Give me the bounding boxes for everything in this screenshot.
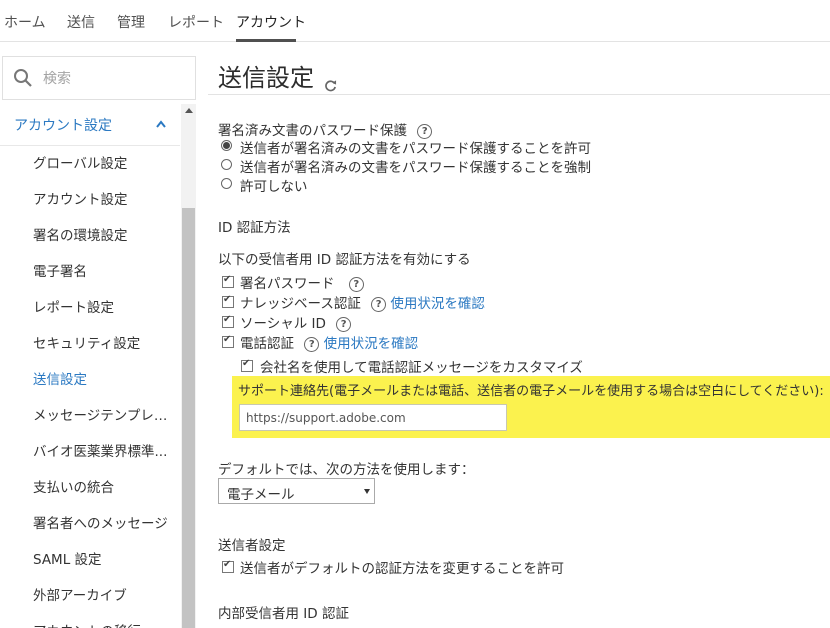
signature-password-label: 署名パスワード: [240, 276, 335, 292]
checkbox-social-id[interactable]: [222, 314, 234, 328]
sidebar-scrollbar-thumb[interactable]: [182, 208, 195, 628]
main-content: 送信設定 署名済み文書のパスワード保護 ? 送信者が署名済みの文書をパスワード保…: [208, 42, 830, 628]
checkbox-kba[interactable]: [222, 294, 234, 308]
kba-usage-link[interactable]: 使用状況を確認: [390, 296, 485, 312]
signature-password-row: 署名パスワード ?: [240, 272, 364, 292]
sidebar-item-send-settings[interactable]: 送信設定: [0, 362, 180, 398]
tab-account[interactable]: アカウント: [236, 12, 306, 32]
chevron-up-icon[interactable]: [155, 119, 167, 129]
sidebar-item-message-templates[interactable]: メッセージテンプレート: [0, 398, 180, 434]
default-method-select[interactable]: 電子メール: [218, 478, 375, 504]
sidebar-item-external-archive[interactable]: 外部アーカイブ: [0, 578, 180, 614]
phone-auth-label: 電話認証: [240, 336, 294, 352]
social-id-label: ソーシャル ID: [240, 316, 326, 332]
sender-settings-title: 送信者設定: [218, 538, 286, 554]
kba-label: ナレッジベース認証: [240, 296, 361, 312]
sidebar-item-report-settings[interactable]: レポート設定: [0, 290, 180, 326]
social-id-row: ソーシャル ID ?: [240, 312, 352, 332]
scroll-up-icon[interactable]: [185, 108, 193, 113]
kba-row: ナレッジベース認証 ? 使用状況を確認: [240, 292, 485, 312]
title-row: 送信設定: [208, 56, 830, 95]
help-icon[interactable]: ?: [304, 336, 320, 352]
section-title: アカウント設定: [14, 118, 112, 134]
radio-allow-password[interactable]: [221, 140, 232, 151]
dropdown-arrow-icon: [364, 489, 370, 494]
support-contact-input[interactable]: [239, 404, 507, 431]
tab-manage[interactable]: 管理: [117, 12, 145, 32]
help-icon[interactable]: ?: [371, 296, 387, 312]
sidebar-item-signature-preferences[interactable]: 署名の環境設定: [0, 218, 180, 254]
sidebar-item-digital-signature[interactable]: 電子署名: [0, 254, 180, 290]
sidebar-item-security-settings[interactable]: セキュリティ設定: [0, 326, 180, 362]
sidebar-item-signer-messages[interactable]: 署名者へのメッセージ: [0, 506, 180, 542]
internal-recipient-title: 内部受信者用 ID 認証: [218, 606, 349, 622]
id-auth-enable-label: 以下の受信者用 ID 認証方法を有効にする: [218, 252, 471, 268]
phone-usage-link[interactable]: 使用状況を確認: [324, 336, 419, 352]
allow-sender-change-label: 送信者がデフォルトの認証方法を変更することを許可: [240, 561, 564, 577]
customize-phone-message-label: 会社名を使用して電話認証メッセージをカスタマイズ: [260, 360, 583, 376]
search-input[interactable]: [41, 66, 193, 92]
search-box: [2, 56, 196, 100]
radio-force-password-label: 送信者が署名済みの文書をパスワード保護することを強制: [240, 160, 591, 176]
refresh-icon[interactable]: [324, 79, 337, 92]
radio-disallow-password-label: 許可しない: [240, 179, 308, 195]
checkbox-phone-auth[interactable]: [222, 334, 234, 348]
sidebar-item-global-settings[interactable]: グローバル設定: [0, 146, 180, 182]
help-icon[interactable]: ?: [348, 276, 364, 292]
sidebar-menu: グローバル設定 アカウント設定 署名の環境設定 電子署名 レポート設定 セキュリ…: [0, 146, 180, 628]
tab-reports[interactable]: レポート: [168, 12, 224, 32]
checkbox-allow-sender-change[interactable]: [222, 559, 234, 573]
sidebar-item-payment-integration[interactable]: 支払いの統合: [0, 470, 180, 506]
sidebar-item-account-settings[interactable]: アカウント設定: [0, 182, 180, 218]
radio-disallow-password[interactable]: [221, 178, 232, 189]
sidebar: アカウント設定 グローバル設定 アカウント設定 署名の環境設定 電子署名 レポー…: [0, 42, 197, 628]
default-method-label: デフォルトでは、次の方法を使用します：: [218, 462, 475, 478]
id-auth-title: ID 認証方法: [218, 220, 291, 236]
tab-home[interactable]: ホーム: [4, 12, 46, 32]
password-protection-title: 署名済み文書のパスワード保護 ?: [218, 119, 433, 139]
radio-force-password[interactable]: [221, 159, 232, 170]
checkbox-customize-phone-message[interactable]: [241, 358, 253, 372]
sidebar-item-biopharma-standard[interactable]: バイオ医薬業界標準...: [0, 434, 180, 470]
account-settings-section-header[interactable]: アカウント設定: [0, 104, 180, 146]
help-icon[interactable]: ?: [336, 316, 352, 332]
top-nav: ホーム 送信 管理 レポート アカウント: [0, 0, 830, 42]
sidebar-item-account-migration[interactable]: アカウントの移行: [0, 614, 180, 628]
search-icon: [14, 69, 32, 87]
checkbox-signature-password[interactable]: [222, 274, 234, 288]
page-title: 送信設定: [218, 64, 314, 92]
tab-send[interactable]: 送信: [67, 12, 95, 32]
phone-auth-row: 電話認証 ? 使用状況を確認: [240, 332, 418, 352]
radio-allow-password-label: 送信者が署名済みの文書をパスワード保護することを許可: [240, 141, 591, 157]
default-method-value: 電子メール: [227, 487, 295, 503]
sidebar-item-saml-settings[interactable]: SAML 設定: [0, 542, 180, 578]
support-contact-label: サポート連絡先(電子メールまたは電話、送信者の電子メールを使用する場合は空白にし…: [238, 384, 824, 399]
